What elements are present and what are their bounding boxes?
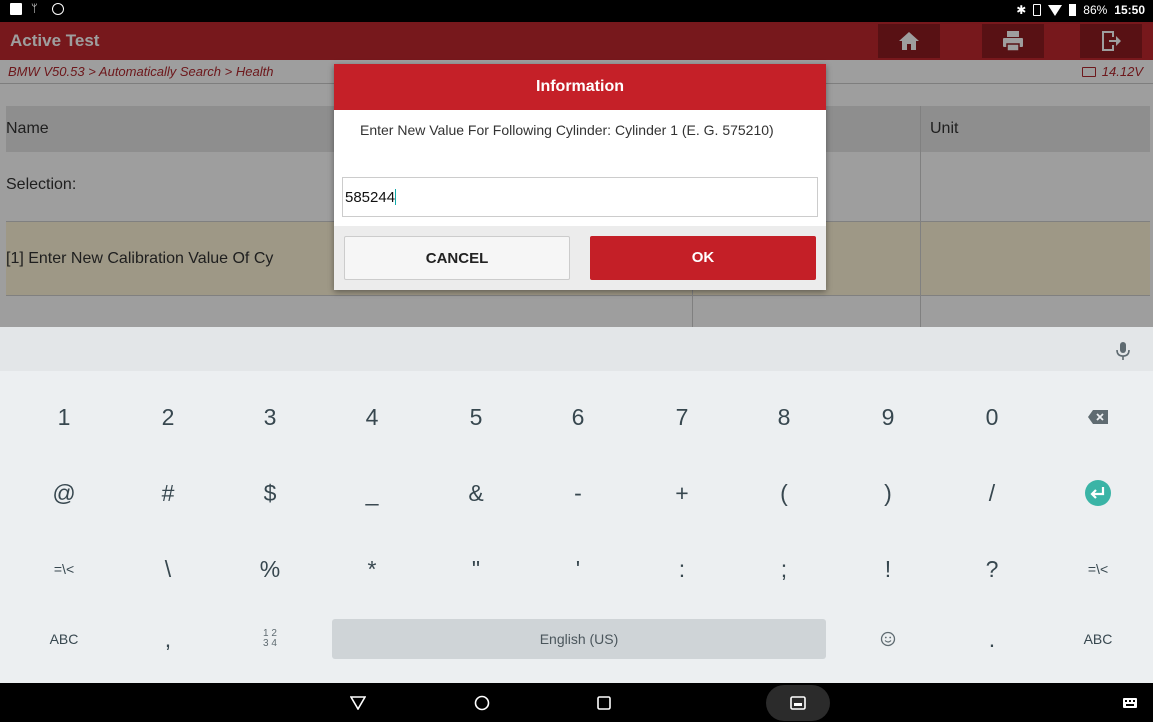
numpad-key-label: 1 2 3 4	[263, 628, 277, 649]
screenshot-icon	[790, 695, 806, 710]
symbols-toggle-key-right[interactable]: =\<	[1046, 531, 1150, 607]
keyboard-switch-button[interactable]	[1112, 683, 1148, 722]
soft-keyboard: 1 2 3 4 5 6 7 8 9 0 @ # $ _ & - + ( ) / …	[0, 327, 1153, 683]
key-slash[interactable]: /	[940, 455, 1044, 531]
key-2[interactable]: 2	[116, 379, 220, 455]
key-minus[interactable]: -	[526, 455, 630, 531]
recents-button[interactable]	[576, 683, 632, 722]
key-double-quote[interactable]: "	[424, 531, 528, 607]
numpad-key[interactable]: 1 2 3 4	[218, 601, 322, 677]
key-semicolon[interactable]: ;	[732, 531, 836, 607]
back-button[interactable]	[330, 683, 386, 722]
home-nav-button[interactable]	[454, 683, 510, 722]
key-single-quote[interactable]: '	[526, 531, 630, 607]
key-percent[interactable]: %	[218, 531, 322, 607]
key-underscore[interactable]: _	[320, 455, 424, 531]
status-bar: ᛘ ✱ 86% 15:50	[0, 0, 1153, 22]
vibrate-icon	[1033, 4, 1042, 16]
key-colon[interactable]: :	[630, 531, 734, 607]
dialog-title: Information	[334, 64, 826, 110]
key-9[interactable]: 9	[836, 379, 940, 455]
key-question[interactable]: ?	[940, 531, 1044, 607]
value-input[interactable]: 585244	[342, 177, 818, 217]
backspace-key[interactable]	[1046, 379, 1150, 455]
key-close-paren[interactable]: )	[836, 455, 940, 531]
key-dollar[interactable]: $	[218, 455, 322, 531]
enter-key[interactable]	[1046, 455, 1150, 531]
key-hash[interactable]: #	[116, 455, 220, 531]
key-at[interactable]: @	[12, 455, 116, 531]
key-period[interactable]: .	[940, 601, 1044, 677]
key-plus[interactable]: +	[630, 455, 734, 531]
key-open-paren[interactable]: (	[732, 455, 836, 531]
emoji-key[interactable]	[836, 601, 940, 677]
key-ampersand[interactable]: &	[424, 455, 528, 531]
key-8[interactable]: 8	[732, 379, 836, 455]
key-1[interactable]: 1	[12, 379, 116, 455]
screenshot-button[interactable]	[766, 683, 830, 722]
microphone-icon[interactable]	[1115, 341, 1131, 361]
key-0[interactable]: 0	[940, 379, 1044, 455]
dialog-button-bar: CANCEL OK	[334, 226, 826, 290]
gallery-notification-icon	[10, 3, 22, 15]
bluetooth-icon: ✱	[1016, 3, 1027, 17]
key-6[interactable]: 6	[526, 379, 630, 455]
key-5[interactable]: 5	[424, 379, 528, 455]
battery-icon	[1069, 4, 1077, 16]
recents-square-icon	[597, 695, 611, 710]
wifi-icon	[1048, 4, 1063, 16]
abc-key-left[interactable]: ABC	[12, 601, 116, 677]
settings-notification-icon	[52, 3, 64, 15]
abc-key-right[interactable]: ABC	[1046, 601, 1150, 677]
spacebar[interactable]: English (US)	[332, 619, 826, 659]
key-4[interactable]: 4	[320, 379, 424, 455]
key-backslash[interactable]: \	[116, 531, 220, 607]
text-cursor	[395, 189, 397, 205]
clock: 15:50	[1114, 3, 1145, 17]
back-triangle-icon	[350, 695, 366, 710]
key-3[interactable]: 3	[218, 379, 322, 455]
backspace-icon	[1088, 410, 1108, 424]
keyboard-icon	[1123, 697, 1137, 708]
key-exclamation[interactable]: !	[836, 531, 940, 607]
dialog-message: Enter New Value For Following Cylinder: …	[360, 122, 774, 138]
home-circle-icon	[474, 695, 490, 710]
cancel-button[interactable]: CANCEL	[344, 236, 570, 280]
key-comma[interactable]: ,	[116, 601, 220, 677]
value-input-text: 585244	[345, 189, 396, 206]
ok-button[interactable]: OK	[590, 236, 816, 280]
keyboard-suggestion-strip	[0, 327, 1153, 371]
navigation-bar	[0, 683, 1153, 722]
key-asterisk[interactable]: *	[320, 531, 424, 607]
battery-percent: 86%	[1083, 3, 1108, 17]
key-7[interactable]: 7	[630, 379, 734, 455]
information-dialog: Information Enter New Value For Followin…	[334, 64, 826, 290]
symbols-toggle-key[interactable]: =\<	[12, 531, 116, 607]
enter-icon	[1085, 480, 1111, 506]
emoji-icon	[880, 631, 896, 647]
usb-icon: ᛘ	[31, 3, 38, 15]
